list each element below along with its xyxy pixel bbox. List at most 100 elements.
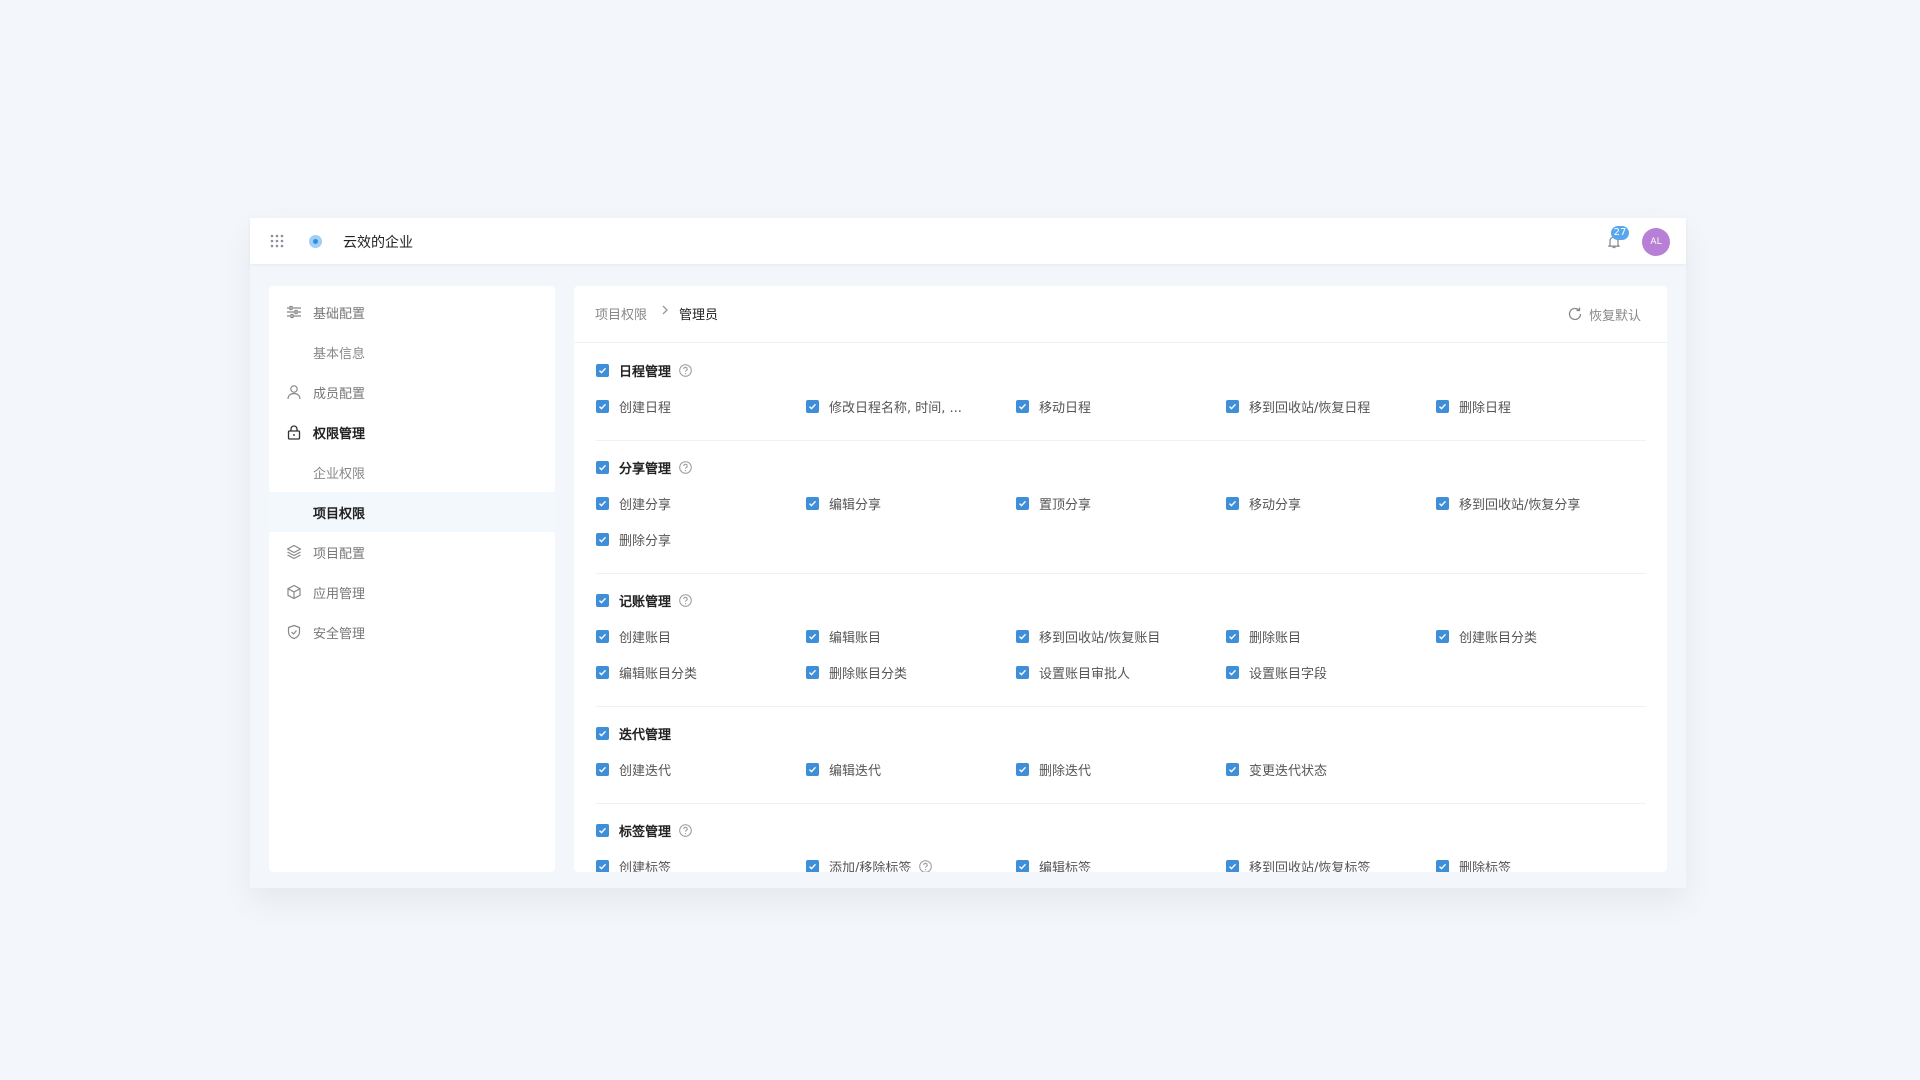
- apps-grid-icon[interactable]: [270, 234, 284, 248]
- permission-item[interactable]: 创建账目分类: [1436, 627, 1537, 646]
- section-header: 记账管理: [596, 591, 692, 610]
- section-checkbox[interactable]: [596, 460, 609, 474]
- section-header: 迭代管理: [596, 724, 672, 743]
- permission-checkbox[interactable]: [1226, 399, 1239, 413]
- restore-default-label: 恢复默认: [1589, 308, 1642, 324]
- permission-checkbox[interactable]: [806, 762, 819, 776]
- permission-checkbox[interactable]: [1226, 496, 1239, 510]
- section-checkbox[interactable]: [596, 363, 609, 377]
- permission-item[interactable]: 编辑账目: [806, 627, 881, 646]
- permission-checkbox[interactable]: [806, 629, 819, 643]
- permission-item[interactable]: 删除账目分类: [806, 663, 907, 682]
- permission-checkbox[interactable]: [596, 496, 609, 510]
- permission-panel: 项目权限 管理员 恢复默认 日程管理 创建日程 修改日程名称, 时间, ... …: [574, 286, 1667, 872]
- permission-checkbox[interactable]: [1226, 859, 1239, 872]
- permission-checkbox[interactable]: [596, 399, 609, 413]
- help-icon[interactable]: [679, 593, 692, 607]
- permission-checkbox[interactable]: [1016, 496, 1029, 510]
- permission-item[interactable]: 移动日程: [1016, 397, 1092, 416]
- help-icon[interactable]: [679, 460, 692, 474]
- section-checkbox[interactable]: [596, 593, 609, 607]
- permission-checkbox[interactable]: [596, 762, 609, 776]
- permission-checkbox[interactable]: [1226, 665, 1239, 679]
- permission-item[interactable]: 修改日程名称, 时间, ...: [806, 397, 962, 416]
- permission-item[interactable]: 删除标签: [1436, 857, 1511, 872]
- section-checkbox[interactable]: [596, 726, 609, 740]
- permission-checkbox[interactable]: [1436, 629, 1449, 643]
- section-checkbox[interactable]: [596, 823, 609, 837]
- permission-item[interactable]: 创建账目: [596, 627, 671, 646]
- permission-label: 设置账目审批人: [1039, 666, 1131, 682]
- permission-checkbox[interactable]: [806, 665, 819, 679]
- permission-label: 移到回收站/恢复账目: [1039, 630, 1161, 646]
- permission-item[interactable]: 移到回收站/恢复日程: [1226, 397, 1370, 416]
- permission-item[interactable]: 创建迭代: [596, 760, 671, 779]
- permission-item[interactable]: 删除迭代: [1016, 760, 1091, 779]
- restore-default-button[interactable]: 恢复默认: [1567, 305, 1642, 324]
- permission-item[interactable]: 编辑账目分类: [596, 663, 697, 682]
- help-icon[interactable]: [919, 859, 933, 873]
- permission-item[interactable]: 删除日程: [1436, 397, 1511, 416]
- sliders-icon: [287, 305, 301, 319]
- permission-checkbox[interactable]: [1016, 399, 1029, 413]
- permission-checkbox[interactable]: [806, 399, 819, 413]
- permission-item[interactable]: 编辑标签: [1016, 857, 1091, 872]
- permission-item[interactable]: 设置账目审批人: [1016, 663, 1131, 682]
- permission-checkbox[interactable]: [1226, 762, 1239, 776]
- permission-checkbox[interactable]: [1226, 629, 1239, 643]
- permission-checkbox[interactable]: [1436, 496, 1449, 510]
- sidebar-item-member-config[interactable]: 成员配置: [269, 372, 555, 412]
- help-icon[interactable]: [679, 823, 692, 837]
- permission-sections: 日程管理 创建日程 修改日程名称, 时间, ... 移动日程 移到回收站/恢复日…: [574, 343, 1667, 872]
- sidebar-item-security-management[interactable]: 安全管理: [269, 612, 555, 652]
- permission-checkbox[interactable]: [1016, 629, 1029, 643]
- permission-checkbox[interactable]: [1016, 665, 1029, 679]
- layers-icon: [286, 544, 302, 560]
- permission-checkbox[interactable]: [596, 532, 609, 546]
- permission-item[interactable]: 删除账目: [1226, 627, 1301, 646]
- permission-item[interactable]: 变更迭代状态: [1226, 760, 1327, 779]
- cube-icon: [287, 584, 301, 600]
- permission-checkbox[interactable]: [806, 859, 819, 872]
- permission-item[interactable]: 创建分享: [596, 494, 671, 513]
- permission-checkbox[interactable]: [1436, 859, 1449, 872]
- permission-item[interactable]: 移到回收站/恢复账目: [1016, 627, 1161, 646]
- permission-item[interactable]: 编辑分享: [806, 494, 881, 513]
- sidebar-item-basic-info[interactable]: 基本信息: [269, 332, 555, 372]
- sidebar-item-permission-management[interactable]: 权限管理: [269, 412, 555, 452]
- permission-checkbox[interactable]: [596, 629, 609, 643]
- permission-checkbox[interactable]: [596, 859, 609, 872]
- help-icon[interactable]: [679, 363, 692, 377]
- permission-item[interactable]: 移到回收站/恢复分享: [1436, 494, 1580, 513]
- breadcrumb-parent[interactable]: 项目权限: [595, 304, 647, 323]
- section-header: 日程管理: [596, 361, 692, 380]
- sidebar-item-enterprise-permission[interactable]: 企业权限: [269, 452, 555, 492]
- section-title: 迭代管理: [619, 727, 672, 743]
- permission-item[interactable]: 删除分享: [596, 530, 671, 549]
- notification-badge: 27: [1611, 226, 1629, 240]
- permission-label: 移动日程: [1039, 400, 1092, 416]
- permission-checkbox[interactable]: [1016, 762, 1029, 776]
- permission-item[interactable]: 编辑迭代: [806, 760, 881, 779]
- permission-checkbox[interactable]: [1016, 859, 1029, 872]
- permission-item[interactable]: 添加/移除标签: [806, 857, 933, 873]
- permission-label: 移到回收站/恢复标签: [1249, 860, 1371, 873]
- refresh-icon: [1568, 307, 1582, 321]
- permission-checkbox[interactable]: [1436, 399, 1449, 413]
- permission-item[interactable]: 移动分享: [1226, 494, 1301, 513]
- permission-label: 置顶分享: [1039, 497, 1092, 513]
- permission-section: 日程管理 创建日程 修改日程名称, 时间, ... 移动日程 移到回收站/恢复日…: [596, 361, 1646, 441]
- permission-checkbox[interactable]: [806, 496, 819, 510]
- permission-item[interactable]: 创建标签: [596, 857, 671, 872]
- sidebar-item-basic-config[interactable]: 基础配置: [269, 292, 555, 332]
- permission-item[interactable]: 置顶分享: [1016, 494, 1092, 513]
- sidebar-item-project-permission[interactable]: 项目权限: [269, 492, 555, 532]
- sidebar-item-app-management[interactable]: 应用管理: [269, 572, 555, 612]
- permission-item[interactable]: 移到回收站/恢复标签: [1226, 857, 1370, 872]
- sidebar-item-label: 项目权限: [313, 506, 366, 522]
- permission-item[interactable]: 创建日程: [596, 397, 671, 416]
- sidebar-item-project-config[interactable]: 项目配置: [269, 532, 555, 572]
- avatar[interactable]: AL: [1642, 228, 1670, 256]
- permission-item[interactable]: 设置账目字段: [1226, 663, 1327, 682]
- permission-checkbox[interactable]: [596, 665, 609, 679]
